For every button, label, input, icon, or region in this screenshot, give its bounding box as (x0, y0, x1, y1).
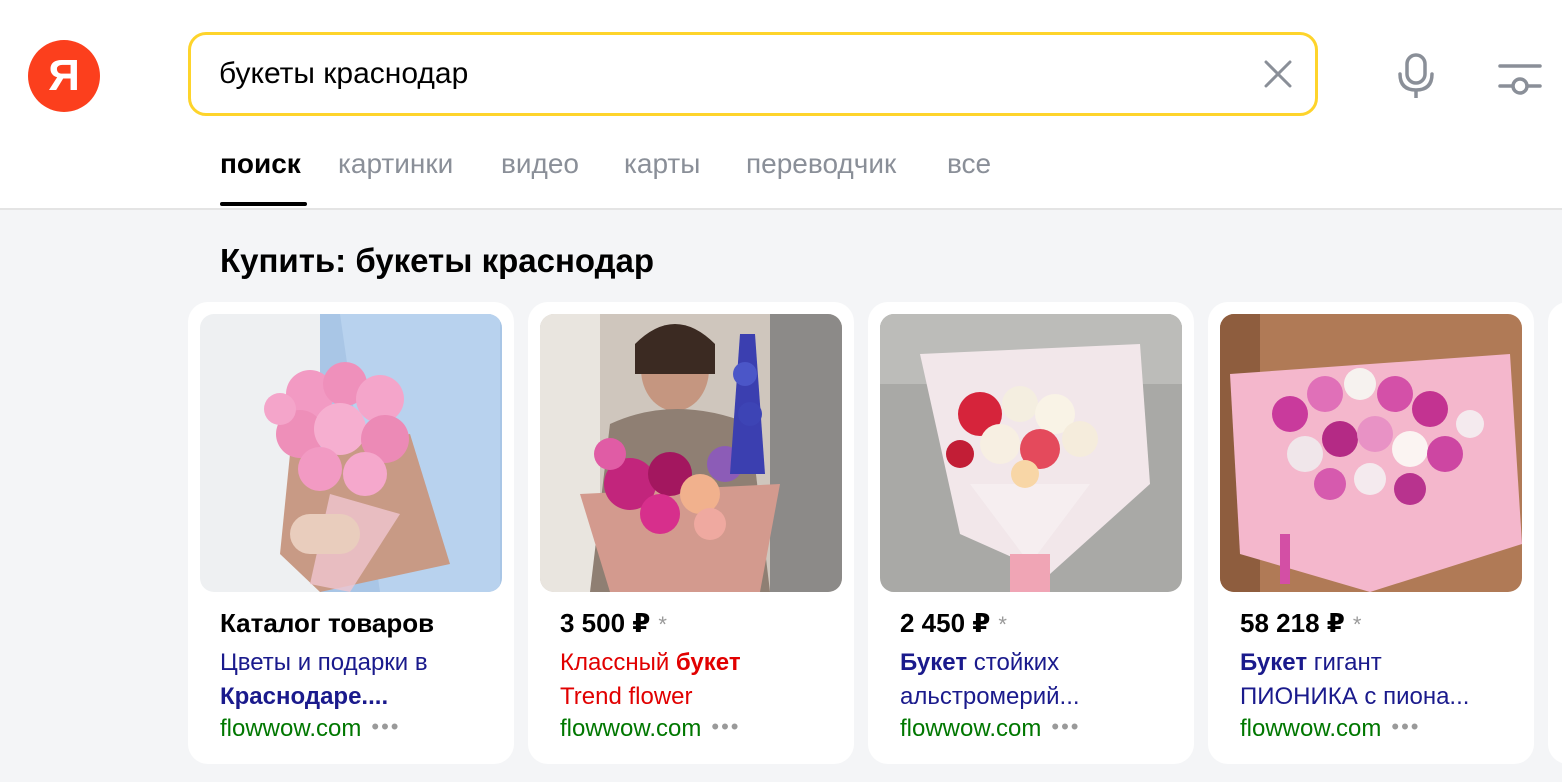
desc-bold: Букет (900, 649, 968, 676)
card-host[interactable]: flowwow.com ••• (1240, 714, 1420, 743)
clear-icon[interactable] (1261, 57, 1295, 91)
card-description[interactable]: Букет стойких альстромерий... (900, 646, 1180, 714)
desc-line-2: ПИОНИКА с пиона... (1240, 683, 1470, 710)
tab-all[interactable]: все (947, 144, 991, 184)
microphone-icon[interactable] (1392, 52, 1440, 100)
price-footnote: * (658, 612, 667, 637)
product-card[interactable]: 58 218 ₽ * Букет гигант ПИОНИКА с пиона..… (1208, 302, 1534, 764)
tab-search[interactable]: поиск (220, 144, 301, 184)
card-title: Каталог товаров (220, 608, 435, 638)
card-description[interactable]: Классный букет Trend flower (560, 646, 840, 714)
product-card[interactable]: 3 500 ₽ * Классный букет Trend flower flo… (528, 302, 854, 764)
logo-letter: Я (48, 51, 80, 100)
price-footnote: * (1352, 612, 1362, 637)
desc-line-2: альстромерий... (900, 683, 1080, 710)
tab-maps[interactable]: карты (624, 144, 700, 184)
desc-plain: стойких (967, 649, 1060, 676)
card-host[interactable]: flowwow.com ••• (220, 714, 400, 743)
host-link[interactable]: flowwow.com (220, 715, 361, 742)
card-price: 58 218 ₽ * (1240, 608, 1361, 639)
tab-video[interactable]: видео (501, 144, 579, 184)
desc-plain: Классный (560, 649, 676, 676)
desc-line-1: Цветы и подарки в (220, 649, 428, 676)
tab-translator[interactable]: переводчик (746, 144, 896, 184)
section-title: Купить: букеты краснодар (220, 242, 655, 279)
product-card[interactable]: Каталог товаров Цветы и подарки в Красно… (188, 302, 514, 764)
host-link[interactable]: flowwow.com (1240, 715, 1381, 742)
price-value: 3 500 ₽ (560, 608, 651, 638)
desc-line-2: Краснодаре.... (220, 680, 500, 714)
card-description[interactable]: Цветы и подарки в Краснодаре.... (220, 646, 500, 714)
filters-icon[interactable] (1494, 54, 1546, 100)
header: Я поиск картинки видео карты (0, 0, 1562, 210)
card-host[interactable]: flowwow.com ••• (560, 714, 740, 743)
desc-line-1: Букет стойких (900, 646, 1180, 680)
more-options-icon[interactable]: ••• (371, 714, 400, 740)
more-options-icon[interactable]: ••• (711, 714, 740, 740)
product-image (200, 314, 502, 592)
active-tab-underline (220, 202, 307, 206)
desc-line-2: Trend flower (560, 683, 693, 710)
host-link[interactable]: flowwow.com (560, 715, 701, 742)
more-options-icon[interactable]: ••• (1051, 714, 1080, 740)
card-price: 2 450 ₽ * (900, 608, 1007, 639)
product-image (540, 314, 842, 592)
price-value: 58 218 ₽ (1240, 608, 1345, 638)
search-input[interactable] (219, 35, 1219, 113)
search-box (188, 32, 1318, 116)
desc-line-1: Букет гигант (1240, 646, 1520, 680)
card-description[interactable]: Букет гигант ПИОНИКА с пиона... (1240, 646, 1520, 714)
desc-plain: гигант (1307, 649, 1382, 676)
results-area: Купить: букеты краснодар Каталог товаров… (0, 210, 1562, 782)
product-image (1220, 314, 1522, 592)
price-value: 2 450 ₽ (900, 608, 991, 638)
tab-images[interactable]: картинки (338, 144, 453, 184)
host-link[interactable]: flowwow.com (900, 715, 1041, 742)
card-host[interactable]: flowwow.com ••• (900, 714, 1080, 743)
next-card-peek[interactable] (1548, 302, 1562, 764)
product-image (880, 314, 1182, 592)
desc-bold: Краснодаре.... (220, 683, 389, 710)
price-footnote: * (998, 612, 1007, 637)
desc-bold: букет (675, 649, 741, 676)
yandex-logo[interactable]: Я (28, 40, 100, 112)
more-options-icon[interactable]: ••• (1391, 714, 1420, 740)
card-price: 3 500 ₽ * (560, 608, 667, 639)
desc-bold: Букет (1240, 649, 1308, 676)
product-card[interactable]: 2 450 ₽ * Букет стойких альстромерий... f… (868, 302, 1194, 764)
desc-line-1: Классный букет (560, 646, 840, 680)
